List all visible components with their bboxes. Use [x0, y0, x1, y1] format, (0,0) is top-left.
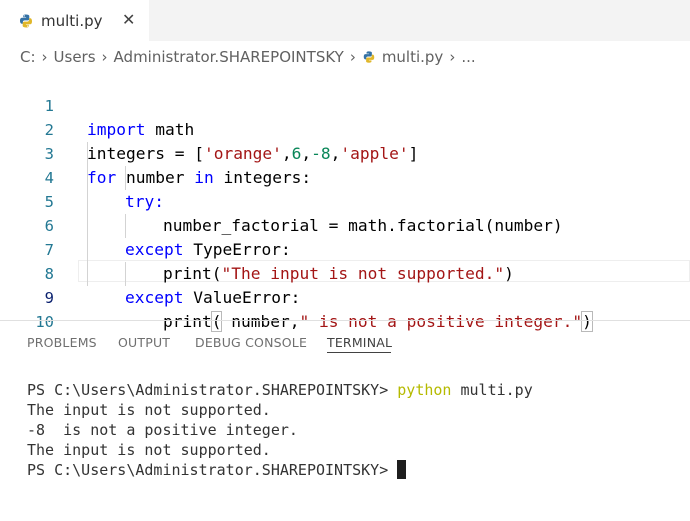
code-line: 7 print("The input is not supported."): [0, 214, 690, 283]
terminal-prompt: PS C:\Users\Administrator.SHAREPOINTSKY>: [27, 381, 398, 399]
chevron-right-icon: ›: [101, 48, 108, 66]
breadcrumb-drive[interactable]: C:: [20, 48, 36, 66]
code-line: 1 import math: [0, 70, 690, 139]
terminal-line: The input is not supported.: [27, 401, 271, 419]
close-icon[interactable]: ✕: [122, 10, 135, 30]
breadcrumb-administrator[interactable]: Administrator.SHAREPOINTSKY: [114, 48, 344, 66]
terminal-command-args: multi.py: [451, 381, 533, 399]
code-line: 4 try:: [0, 142, 690, 211]
panel-tab-bar: PROBLEMS OUTPUT DEBUG CONSOLE TERMINAL: [0, 321, 690, 365]
terminal-line: The input is not supported.: [27, 441, 271, 459]
terminal-line: PS C:\Users\Administrator.SHAREPOINTSKY>: [27, 460, 677, 480]
breadcrumb-file[interactable]: multi.py: [382, 48, 444, 66]
editor-tab-bar: multi.py ✕: [0, 0, 690, 41]
code-line: 5 number_factorial = math.factorial(numb…: [0, 166, 690, 235]
tab-problems[interactable]: PROBLEMS: [27, 335, 97, 350]
chevron-right-icon: ›: [449, 48, 456, 66]
code-line: 3 for number in integers:: [0, 118, 690, 187]
breadcrumb-users[interactable]: Users: [54, 48, 96, 66]
terminal-command: python: [397, 381, 452, 399]
code-line: 2 integers = ['orange',6,-8,'apple']: [0, 94, 690, 163]
terminal-line: -8 is not a positive integer.: [27, 421, 298, 439]
terminal-prompt: PS C:\Users\Administrator.SHAREPOINTSKY>: [27, 461, 398, 479]
python-file-icon: [363, 51, 375, 63]
tab-multi-py[interactable]: multi.py ✕: [0, 0, 149, 41]
code-line: 6 except TypeError:: [0, 190, 690, 259]
code-line: 8 except ValueError:: [0, 238, 690, 307]
tab-terminal[interactable]: TERMINAL: [327, 335, 392, 350]
tab-output[interactable]: OUTPUT: [118, 335, 170, 350]
terminal-output[interactable]: PS C:\Users\Administrator.SHAREPOINTSKY>…: [27, 380, 677, 480]
breadcrumb-symbols[interactable]: ...: [461, 48, 475, 66]
code-editor[interactable]: 1 import math 2 integers = ['orange',6,-…: [0, 70, 690, 332]
python-file-icon: [20, 14, 32, 27]
terminal-line: PS C:\Users\Administrator.SHAREPOINTSKY>…: [27, 380, 677, 400]
tab-debug-console[interactable]: DEBUG CONSOLE: [195, 335, 307, 350]
chevron-right-icon: ›: [41, 48, 48, 66]
tab-label: multi.py: [41, 11, 103, 30]
code-line: 9 print( number," is not a positive inte…: [0, 262, 690, 332]
breadcrumb: C: › Users › Administrator.SHAREPOINTSKY…: [0, 44, 690, 70]
chevron-right-icon: ›: [349, 48, 356, 66]
active-tab-indicator: [327, 352, 391, 353]
code-line: 10: [0, 286, 690, 331]
terminal-cursor: [397, 460, 407, 479]
